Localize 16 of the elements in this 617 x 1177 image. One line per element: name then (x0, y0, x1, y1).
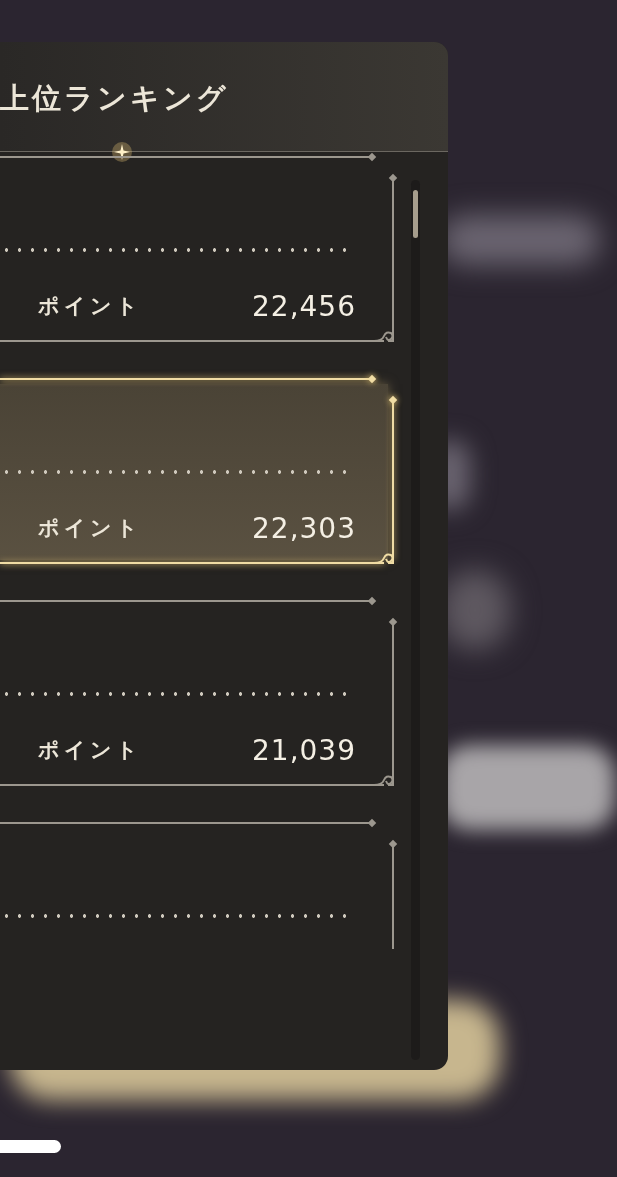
points-value: 22,303 (252, 511, 356, 547)
curl-icon (374, 550, 396, 566)
scrollbar-thumb[interactable] (413, 190, 418, 238)
points-label: ポイント (38, 293, 142, 321)
curl-icon (374, 328, 396, 344)
points-label: ポイント (38, 515, 142, 543)
curl-icon (374, 772, 396, 788)
home-indicator[interactable] (0, 1140, 61, 1153)
points-value: 21,039 (252, 733, 356, 769)
ranking-card[interactable]: ポイント 22,303 (0, 378, 400, 564)
points-label: ポイント (38, 737, 142, 765)
ranking-card[interactable]: ポイント 22,456 (0, 156, 400, 342)
points-value: 22,456 (252, 289, 356, 325)
ranking-card[interactable]: ポイント 21,039 (0, 600, 400, 786)
scrollbar-track[interactable] (411, 180, 420, 1060)
panel-title: 上位ランキング (0, 80, 229, 118)
